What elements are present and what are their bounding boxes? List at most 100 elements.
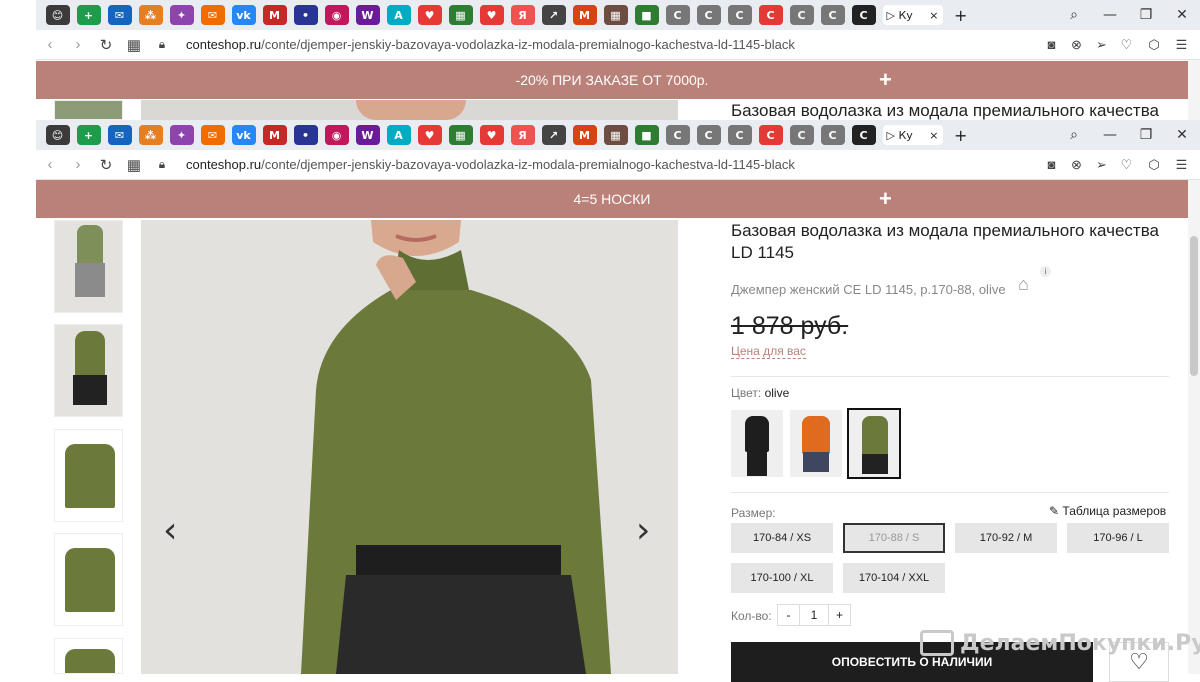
promo-expand-icon-main[interactable]: + [879, 186, 892, 212]
url-text[interactable]: conteshop.ru/conte/djemper-jenskiy-bazov… [186, 37, 795, 52]
info-icon[interactable]: i [1040, 266, 1051, 277]
browser-tab-1-24[interactable]: C [758, 5, 783, 25]
browser-tab-2-10[interactable]: ◉ [324, 125, 349, 145]
block-icon-front[interactable]: ⊗ [1064, 157, 1089, 173]
new-tab-button[interactable]: + [954, 6, 967, 25]
gallery-thumbnail-2[interactable] [54, 324, 123, 417]
menu-icon[interactable]: ☰ [1169, 37, 1194, 53]
send-page-icon[interactable]: ➢ [1089, 37, 1114, 53]
browser-tab-2-7[interactable]: vk [231, 125, 256, 145]
browser-tab-1-21[interactable]: C [665, 5, 690, 25]
browser-tab-2-22[interactable]: C [696, 125, 721, 145]
browser-tab-1-13[interactable]: ♥ [417, 5, 442, 25]
browser-tab-1-22[interactable]: C [696, 5, 721, 25]
close-window-icon[interactable]: ✕ [1164, 7, 1200, 23]
back-icon[interactable]: ‹ [36, 36, 64, 53]
browser-tab-2-16[interactable]: Я [510, 125, 535, 145]
size-option-xs[interactable]: 170-84 / XS [731, 523, 833, 553]
browser-tab-2-24[interactable]: C [758, 125, 783, 145]
gallery-thumbnail-3[interactable] [54, 429, 123, 522]
quantity-minus-button[interactable]: - [778, 605, 800, 625]
bookmark-heart-icon[interactable]: ♡ [1114, 37, 1139, 53]
browser-tab-2-4[interactable]: ⁂ [138, 125, 163, 145]
browser-tab-1-10[interactable]: ◉ [324, 5, 349, 25]
active-tab[interactable]: ▷ Ку × [882, 5, 943, 25]
bookmark-heart-icon-front[interactable]: ♡ [1114, 157, 1139, 173]
forward-icon[interactable]: › [64, 36, 92, 53]
color-swatch-black[interactable] [731, 410, 783, 477]
color-swatch-olive[interactable] [847, 408, 901, 479]
browser-tab-2-15[interactable]: ♥ [479, 125, 504, 145]
gallery-thumbnail-5[interactable] [54, 638, 123, 674]
browser-tab-1-17[interactable]: ↗ [541, 5, 566, 25]
size-table-link[interactable]: Таблица размеров [1062, 504, 1166, 518]
minimize-icon[interactable]: — [1092, 7, 1128, 23]
browser-tab-1-27[interactable]: C [851, 5, 876, 25]
minimize-icon-front[interactable]: — [1092, 127, 1128, 143]
close-tab-icon-front[interactable]: × [929, 129, 938, 142]
quantity-input[interactable]: 1 [800, 605, 828, 625]
browser-tab-2-25[interactable]: C [789, 125, 814, 145]
browser-tab-1-18[interactable]: M [572, 5, 597, 25]
promo-banner-top[interactable]: -20% ПРИ ЗАКАЗЕ ОТ 7000р. + [36, 61, 1188, 99]
price-for-you-link[interactable]: Цена для вас [731, 344, 806, 359]
browser-tab-2-6[interactable]: ✉ [200, 125, 225, 145]
gallery-thumbnail[interactable] [54, 100, 123, 120]
browser-tab-1-15[interactable]: ♥ [479, 5, 504, 25]
browser-tab-2-8[interactable]: M [262, 125, 287, 145]
gallery-next-arrow[interactable]: › [636, 510, 650, 551]
color-swatch-orange[interactable] [790, 410, 842, 477]
promo-banner-main[interactable]: 4=5 НОСКИ + [36, 180, 1188, 218]
tabs-grid-icon[interactable]: ▦ [120, 36, 148, 54]
size-option-m[interactable]: 170-92 / M [955, 523, 1057, 553]
browser-tab-2-1[interactable]: 😊 [45, 125, 70, 145]
gallery-prev-arrow[interactable]: ‹ [163, 510, 177, 551]
browser-tab-2-19[interactable]: ▦ [603, 125, 628, 145]
browser-tab-1-2[interactable]: + [76, 5, 101, 25]
browser-tab-1-5[interactable]: ✦ [169, 5, 194, 25]
size-option-l[interactable]: 170-96 / L [1067, 523, 1169, 553]
scrollbar-back[interactable] [1188, 60, 1200, 120]
send-page-icon-front[interactable]: ➢ [1089, 157, 1114, 173]
browser-tab-2-20[interactable]: ■ [634, 125, 659, 145]
browser-tab-2-12[interactable]: A [386, 125, 411, 145]
reload-icon-front[interactable]: ↻ [92, 156, 120, 174]
browser-tab-1-20[interactable]: ■ [634, 5, 659, 25]
browser-tab-2-27[interactable]: C [851, 125, 876, 145]
close-window-icon-front[interactable]: ✕ [1164, 127, 1200, 143]
search-icon-front[interactable]: ⌕ [1056, 127, 1092, 143]
forward-icon-front[interactable]: › [64, 156, 92, 173]
browser-tab-1-1[interactable]: 😊 [45, 5, 70, 25]
browser-tab-2-11[interactable]: W [355, 125, 380, 145]
block-icon[interactable]: ⊗ [1064, 37, 1089, 53]
extensions-icon[interactable]: ⬡ [1139, 37, 1169, 53]
browser-tab-1-26[interactable]: C [820, 5, 845, 25]
browser-tab-1-6[interactable]: ✉ [200, 5, 225, 25]
browser-tab-2-2[interactable]: + [76, 125, 101, 145]
size-option-xxl[interactable]: 170-104 / XXL [843, 563, 945, 593]
back-icon-front[interactable]: ‹ [36, 156, 64, 173]
quantity-plus-button[interactable]: + [828, 605, 850, 625]
browser-tab-1-3[interactable]: ✉ [107, 5, 132, 25]
browser-tab-2-23[interactable]: C [727, 125, 752, 145]
browser-tab-1-8[interactable]: M [262, 5, 287, 25]
browser-tab-1-11[interactable]: W [355, 5, 380, 25]
browser-tab-1-23[interactable]: C [727, 5, 752, 25]
gallery-thumbnail-1[interactable] [54, 220, 123, 313]
restore-icon-front[interactable]: ❐ [1128, 127, 1164, 143]
new-tab-button-front[interactable]: + [954, 126, 967, 145]
browser-tab-1-14[interactable]: ▦ [448, 5, 473, 25]
extensions-icon-front[interactable]: ⬡ [1139, 157, 1169, 173]
page-scrollbar[interactable] [1188, 180, 1200, 674]
browser-tab-2-17[interactable]: ↗ [541, 125, 566, 145]
camera-icon-front[interactable]: ◙ [1039, 157, 1064, 173]
active-tab-front[interactable]: ▷ Ку × [882, 125, 943, 145]
browser-tab-2-5[interactable]: ✦ [169, 125, 194, 145]
camera-icon[interactable]: ◙ [1039, 37, 1064, 53]
browser-tab-2-26[interactable]: C [820, 125, 845, 145]
close-tab-icon[interactable]: × [929, 9, 938, 22]
browser-tab-1-7[interactable]: vk [231, 5, 256, 25]
size-option-xl[interactable]: 170-100 / XL [731, 563, 833, 593]
browser-tab-1-4[interactable]: ⁂ [138, 5, 163, 25]
gallery-thumbnail-4[interactable] [54, 533, 123, 626]
